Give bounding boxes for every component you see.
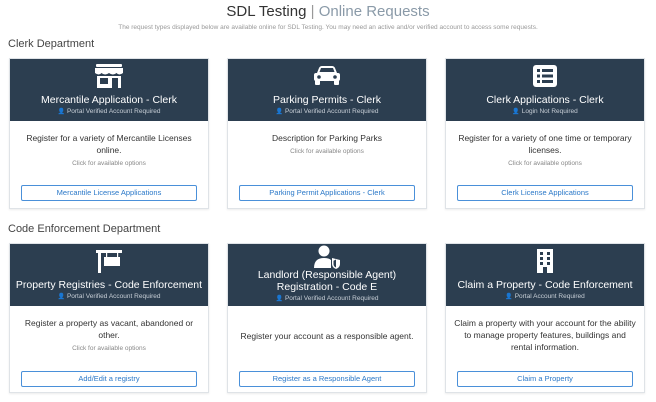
card-requirement: 👤 Login Not Required — [512, 108, 578, 115]
storefront-icon — [10, 63, 208, 89]
card-title: Parking Permits - Clerk — [273, 94, 381, 106]
card-description: Register your account as a responsible a… — [240, 331, 414, 341]
card-header: Landlord (Responsible Agent) Registratio… — [228, 244, 426, 306]
card-header: Property Registries - Code Enforcement 👤… — [10, 244, 208, 306]
card-hint: Click for available options — [290, 148, 364, 155]
building-icon — [446, 248, 644, 274]
sign-post-icon — [10, 248, 208, 274]
parking-permit-applications-button[interactable]: Parking Permit Applications - Clerk — [239, 185, 415, 201]
user-icon: 👤 — [505, 294, 513, 300]
card-description: Claim a property with your account for t… — [454, 318, 636, 352]
card-title: Claim a Property - Code Enforcement — [457, 279, 633, 291]
card-hint: Click for available options — [72, 160, 146, 167]
register-responsible-agent-button[interactable]: Register as a Responsible Agent — [239, 371, 415, 387]
page-note: The request types displayed below are av… — [118, 24, 538, 31]
car-icon — [228, 63, 426, 89]
page-title-separator: | — [310, 3, 315, 20]
request-card-mercantile[interactable]: Mercantile Application - Clerk 👤 Portal V… — [9, 58, 209, 209]
card-description: Register a property as vacant, abandoned… — [24, 318, 194, 340]
user-check-icon: 👤 — [57, 294, 65, 300]
card-requirement: 👤 Portal Verified Account Required — [57, 108, 161, 115]
request-card-property-registries[interactable]: Property Registries - Code Enforcement 👤… — [9, 243, 209, 393]
card-header: Mercantile Application - Clerk 👤 Portal V… — [10, 59, 208, 121]
card-header: Clerk Applications - Clerk 👤 Login Not Re… — [446, 59, 644, 121]
card-requirement: 👤 Portal Verified Account Required — [275, 295, 379, 302]
request-card-clerk-applications[interactable]: Clerk Applications - Clerk 👤 Login Not Re… — [445, 58, 645, 209]
card-requirement: 👤 Portal Account Required — [505, 293, 585, 300]
page-title-subtitle: Online Requests — [318, 3, 430, 20]
card-title: Mercantile Application - Clerk — [41, 94, 177, 106]
claim-property-button[interactable]: Claim a Property — [457, 371, 633, 387]
request-card-landlord-registration[interactable]: Landlord (Responsible Agent) Registratio… — [227, 243, 427, 393]
department-heading-clerk: Clerk Department — [8, 38, 95, 50]
list-icon — [446, 63, 644, 89]
page-title: SDL Testing | Online Requests — [0, 3, 656, 20]
request-card-parking-permits[interactable]: Parking Permits - Clerk 👤 Portal Verified… — [227, 58, 427, 209]
user-check-icon: 👤 — [275, 296, 283, 302]
card-description: Register for a variety of one time or te… — [458, 133, 632, 155]
department-heading-code-enforcement: Code Enforcement Department — [8, 223, 161, 235]
clerk-license-applications-button[interactable]: Clerk License Applications — [457, 185, 633, 201]
card-title: Property Registries - Code Enforcement — [15, 279, 203, 291]
card-hint: Click for available options — [508, 160, 582, 167]
card-hint: Click for available options — [72, 345, 146, 352]
card-title: Landlord (Responsible Agent) Registratio… — [257, 269, 397, 293]
card-description: Register for a variety of Mercantile Lic… — [26, 133, 192, 155]
card-title: Clerk Applications - Clerk — [486, 94, 604, 106]
card-description: Description for Parking Parks — [271, 133, 383, 143]
add-edit-registry-button[interactable]: Add/Edit a registry — [21, 371, 197, 387]
request-card-claim-property[interactable]: Claim a Property - Code Enforcement 👤 Por… — [445, 243, 645, 393]
user-shield-icon — [228, 245, 426, 269]
page-title-main: SDL Testing — [226, 3, 307, 20]
card-header: Parking Permits - Clerk 👤 Portal Verified… — [228, 59, 426, 121]
card-requirement: 👤 Portal Verified Account Required — [275, 108, 379, 115]
user-check-icon: 👤 — [275, 109, 283, 115]
card-requirement: 👤 Portal Verified Account Required — [57, 293, 161, 300]
mercantile-license-applications-button[interactable]: Mercantile License Applications — [21, 185, 197, 201]
card-header: Claim a Property - Code Enforcement 👤 Por… — [446, 244, 644, 306]
user-check-icon: 👤 — [57, 109, 65, 115]
user-icon: 👤 — [512, 109, 520, 115]
